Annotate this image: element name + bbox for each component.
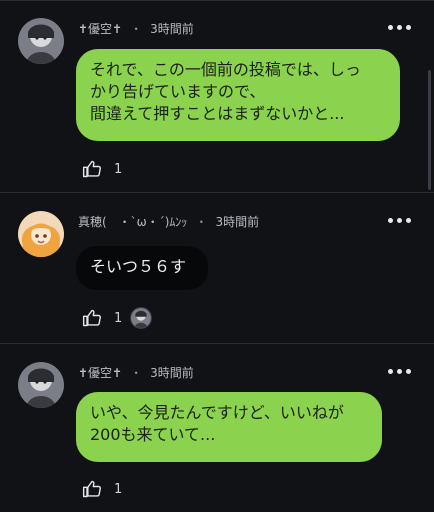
author-avatar[interactable] (18, 211, 64, 257)
like-row: 1 (82, 307, 153, 329)
comment-meta: 真穂( ・`ω・´)ﾑﾝｯ ・ 3時間前 (78, 213, 259, 230)
dot-icon (405, 368, 411, 374)
comment-item: 真穂( ・`ω・´)ﾑﾝｯ ・ 3時間前 そいつ５６す 1 (0, 193, 434, 343)
comment-bubble: それで、この一個前の投稿では、しっ かり告げていますので、 間違えて押すことはま… (76, 49, 400, 141)
meta-separator: ・ (130, 22, 143, 36)
dot-icon (387, 24, 393, 30)
author-name[interactable]: 真穂( ・`ω・´)ﾑﾝｯ (78, 215, 187, 229)
comment-feed: ✝優空✝ ・ 3時間前 それで、この一個前の投稿では、しっ かり告げていますので、 … (0, 0, 434, 512)
comment-text-line: かり告げていますので、 (90, 82, 266, 101)
like-count: 1 (114, 161, 123, 177)
like-count: 1 (114, 481, 123, 497)
dot-icon (396, 24, 402, 30)
author-avatar[interactable] (18, 362, 64, 408)
dot-icon (405, 24, 411, 30)
comment-item: ✝優空✝ ・ 3時間前 いや、今見たんですけど、いいねが 200も来ていて... 1 (0, 344, 434, 512)
dot-icon (396, 368, 402, 374)
meta-separator: ・ (130, 366, 143, 380)
comment-text-line: 間違えて押すことはまずないかと... (90, 104, 345, 123)
comment-bubble: いや、今見たんですけど、いいねが 200も来ていて... (76, 392, 382, 462)
comment-text-line: いや、今見たんですけど、いいねが (90, 403, 344, 422)
author-name[interactable]: ✝優空✝ (78, 366, 122, 380)
meta-separator: ・ (195, 215, 208, 229)
thumbs-up-icon (82, 160, 101, 178)
author-name[interactable]: ✝優空✝ (78, 22, 122, 36)
liker-avatar[interactable] (130, 307, 153, 329)
dot-icon (396, 217, 402, 223)
timestamp: 3時間前 (215, 215, 260, 229)
comment-text-line: 200も来ていて... (90, 425, 216, 444)
dot-icon (387, 368, 393, 374)
like-button[interactable] (82, 308, 102, 328)
thumbs-up-icon (82, 480, 101, 498)
timestamp: 3時間前 (150, 366, 194, 380)
comment-meta: ✝優空✝ ・ 3時間前 (78, 20, 194, 37)
comment-meta: ✝優空✝ ・ 3時間前 (78, 364, 194, 381)
comment-bubble: そいつ５６す (76, 246, 208, 290)
like-button[interactable] (82, 479, 102, 499)
more-options-button[interactable] (386, 364, 412, 378)
like-row: 1 (82, 478, 122, 500)
like-row: 1 (82, 158, 122, 180)
timestamp: 3時間前 (150, 22, 194, 36)
like-button[interactable] (82, 159, 102, 179)
scrollbar[interactable] (428, 70, 431, 190)
more-options-button[interactable] (386, 20, 412, 34)
comment-text-line: そいつ５６す (90, 257, 187, 276)
dot-icon (387, 217, 393, 223)
dot-icon (405, 217, 411, 223)
comment-text-line: それで、この一個前の投稿では、しっ (90, 60, 361, 79)
thumbs-up-icon (82, 309, 101, 327)
more-options-button[interactable] (386, 213, 412, 227)
like-count: 1 (114, 310, 123, 326)
comment-item: ✝優空✝ ・ 3時間前 それで、この一個前の投稿では、しっ かり告げていますので、 … (0, 0, 434, 192)
author-avatar[interactable] (18, 18, 64, 64)
